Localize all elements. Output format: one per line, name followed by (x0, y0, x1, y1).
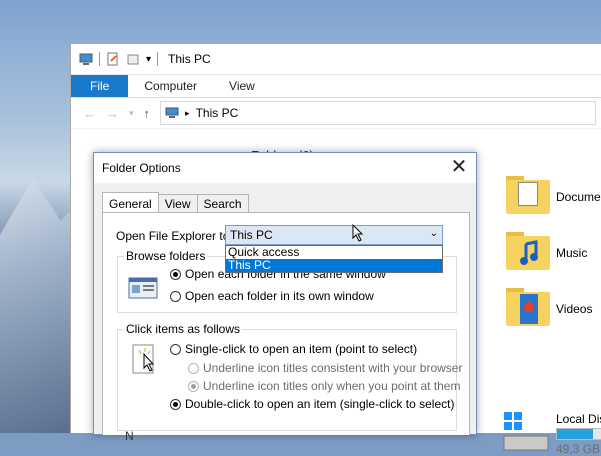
folder-options-dialog: Folder Options ✕ General View Search Ope… (93, 152, 477, 443)
click-illustration-icon (132, 344, 155, 374)
click-items-label: Click items as follows (124, 322, 243, 336)
dialog-title: Folder Options (102, 161, 181, 175)
videos-folder-icon[interactable] (506, 284, 550, 328)
breadcrumb-this-pc[interactable]: This PC (196, 106, 239, 120)
up-arrow-icon[interactable]: ↑ (144, 106, 151, 121)
browse-folders-label: Browse folders (124, 249, 208, 263)
radio-underline-point-label: Underline icon titles only when you poin… (203, 379, 461, 393)
explorer-titlebar: ▾ This PC (71, 44, 601, 75)
radio-button-checked[interactable] (170, 268, 181, 280)
chevron-down-icon[interactable]: ⌄ (430, 228, 438, 239)
ribbon-tabs: File Computer View (71, 75, 601, 98)
tab-file[interactable]: File (71, 75, 129, 97)
radio-double-click-label: Double-click to open an item (single-cli… (185, 397, 455, 411)
radio-underline-consistent-label: Underline icon titles consistent with yo… (203, 361, 463, 375)
radio-button[interactable] (170, 343, 181, 355)
dialog-tabs: General View Search (102, 191, 249, 214)
mouse-cursor-icon (352, 224, 364, 242)
combobox-value: This PC (230, 228, 273, 242)
tab-view[interactable]: View (157, 194, 198, 213)
music-folder-icon[interactable] (506, 228, 550, 272)
documents-folder-icon[interactable] (506, 172, 550, 216)
tab-computer[interactable]: Computer (128, 75, 213, 97)
open-explorer-dropdown: Quick access This PC (225, 245, 443, 273)
navigation-bar: ← → ▾ ↑ ▸ This PC (71, 98, 601, 129)
address-bar[interactable]: ▸ This PC (160, 101, 597, 125)
general-tab-panel: Open File Explorer to: This PC ⌄ Quick a… (102, 212, 470, 443)
radio-underline-point: Underline icon titles only when you poin… (188, 379, 460, 393)
drive-label[interactable]: Local Dis (556, 412, 601, 426)
folder-label-music[interactable]: Music (556, 246, 587, 260)
open-explorer-label: Open File Explorer to: (116, 229, 233, 243)
browse-folders-illustration-icon (128, 277, 158, 299)
this-pc-icon[interactable] (79, 52, 93, 66)
radio-own-window[interactable]: Open each folder in its own window (170, 289, 374, 303)
radio-own-window-label: Open each folder in its own window (185, 289, 374, 303)
radio-underline-consistent: Underline icon titles consistent with yo… (188, 361, 462, 375)
navigation-pane-group-label-partial: N (125, 429, 134, 443)
radio-single-click-label: Single-click to open an item (point to s… (185, 342, 418, 356)
this-pc-address-icon (165, 107, 179, 118)
toolbar-separator (99, 52, 100, 66)
radio-single-click[interactable]: Single-click to open an item (point to s… (170, 342, 417, 356)
tab-view[interactable]: View (213, 75, 271, 97)
radio-button-checked[interactable] (170, 398, 181, 410)
folder-label-videos[interactable]: Videos (556, 302, 592, 316)
recent-locations-icon[interactable]: ▾ (129, 108, 134, 119)
open-explorer-combobox[interactable]: This PC ⌄ (225, 225, 443, 245)
back-arrow-icon[interactable]: ← (83, 106, 96, 121)
drive-free-space: 49,3 GB f (556, 442, 601, 456)
window-title: This PC (168, 52, 211, 66)
dropdown-option-this-pc[interactable]: This PC (226, 259, 442, 272)
close-icon[interactable]: ✕ (448, 156, 470, 178)
radio-button-disabled-checked (188, 380, 199, 392)
radio-double-click[interactable]: Double-click to open an item (single-cli… (170, 397, 454, 411)
drive-usage-fill (557, 429, 593, 439)
tab-general[interactable]: General (102, 192, 159, 214)
folder-label-documents[interactable]: Docume (556, 190, 601, 204)
new-folder-icon[interactable] (126, 52, 140, 66)
radio-button[interactable] (170, 290, 181, 302)
click-items-group: Click items as follows Single-click to o… (117, 322, 462, 431)
properties-icon[interactable] (106, 52, 120, 66)
tab-search[interactable]: Search (196, 194, 249, 213)
forward-arrow-icon[interactable]: → (106, 106, 119, 121)
radio-button-disabled (188, 362, 199, 374)
toolbar-separator-2 (157, 52, 159, 66)
breadcrumb-chevron-icon[interactable]: ▸ (185, 108, 190, 119)
content-pane: Docume Music Videos Local Dis 49,3 GB f (496, 164, 601, 456)
dialog-titlebar: Folder Options ✕ (94, 153, 476, 183)
local-disk-icon[interactable] (502, 412, 552, 456)
customize-quick-access-icon[interactable]: ▾ (146, 54, 151, 65)
drive-usage-bar (556, 428, 601, 440)
